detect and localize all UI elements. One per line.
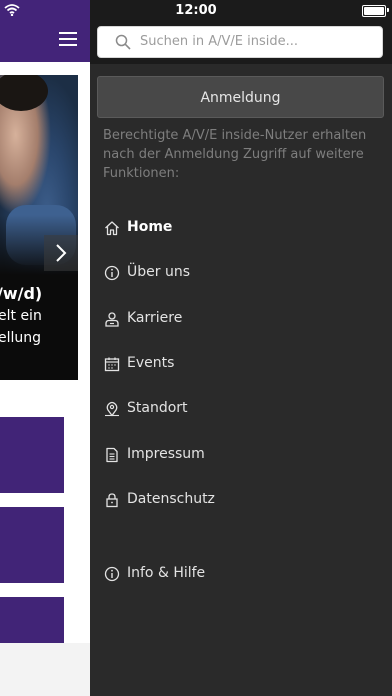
hamburger-menu-icon[interactable]	[59, 32, 77, 48]
menu-item-label: Karriere	[127, 310, 183, 326]
login-button[interactable]: Anmeldung	[97, 76, 384, 118]
hero-title: /w/d)	[0, 284, 43, 303]
hero-text-line: elt ein	[0, 308, 42, 324]
menu-item-label: Impressum	[127, 446, 205, 462]
hero-text-line: ellung	[0, 330, 42, 346]
menu-item-label: Über uns	[127, 264, 190, 280]
menu-item-label: Events	[127, 355, 175, 371]
person-icon	[105, 312, 119, 327]
login-note: Berechtigte A/V/E inside-Nutzer erhalten…	[103, 128, 367, 181]
chevron-right-icon	[56, 244, 67, 262]
lock-icon	[106, 493, 118, 508]
menu-item-label: Info & Hilfe	[127, 565, 206, 581]
menu-item-home[interactable]: Home	[90, 208, 392, 248]
search-placeholder: Suchen in A/V/E inside...	[140, 34, 299, 49]
menu-item-datenschutz[interactable]: Datenschutz	[90, 480, 392, 520]
home-icon	[105, 221, 119, 236]
calendar-icon	[104, 357, 120, 372]
search-bar: Suchen in A/V/E inside...	[90, 22, 392, 64]
bottom-area	[0, 643, 90, 696]
battery-icon	[362, 5, 386, 17]
search-icon	[115, 34, 131, 50]
navigation-drawer: Suchen in A/V/E inside... Anmeldung Bere…	[90, 22, 392, 696]
carousel-next-button[interactable]	[44, 235, 78, 271]
map-pin-icon	[105, 401, 119, 417]
content-tile[interactable]	[0, 507, 64, 583]
menu-item-info-hilfe[interactable]: Info & Hilfe	[90, 554, 392, 594]
menu-item-standort[interactable]: Standort	[90, 389, 392, 429]
menu-item-label: Datenschutz	[127, 491, 215, 507]
content-tile[interactable]	[0, 597, 64, 643]
menu-item-impressum[interactable]: Impressum	[90, 435, 392, 475]
info-icon	[104, 265, 120, 281]
menu-item-karriere[interactable]: Karriere	[90, 299, 392, 339]
content-tile[interactable]	[0, 417, 64, 493]
status-bar: 12:00	[0, 0, 392, 22]
status-time: 12:00	[175, 3, 217, 18]
menu-item-ueber-uns[interactable]: Über uns	[90, 253, 392, 293]
info-icon	[104, 566, 120, 582]
background-app: /w/d) elt ein ellung	[0, 0, 90, 696]
menu-item-label: Standort	[127, 400, 188, 416]
document-icon	[106, 447, 118, 463]
menu-item-label: Home	[127, 219, 173, 235]
search-input[interactable]: Suchen in A/V/E inside...	[97, 26, 383, 58]
menu-item-events[interactable]: Events	[90, 344, 392, 384]
